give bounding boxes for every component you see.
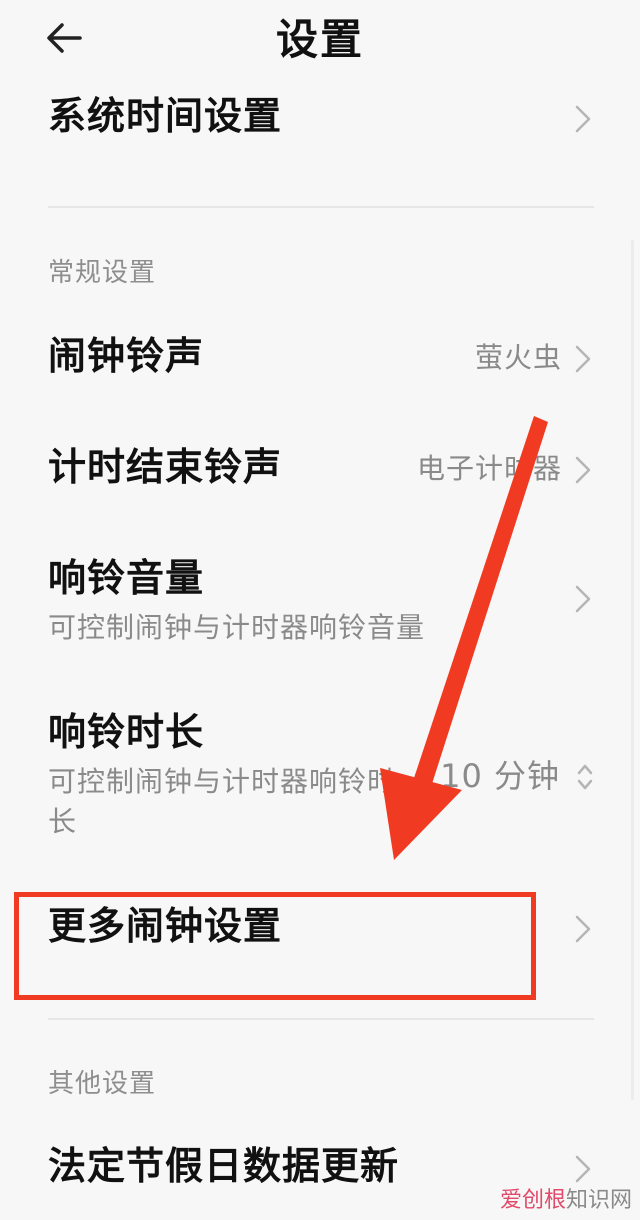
timer-end-ringtone-value: 电子计时器: [416, 452, 562, 485]
section-divider: [48, 1018, 594, 1020]
page-title: 设置: [275, 15, 364, 64]
header-bar: 设置: [0, 0, 640, 86]
chevron-right-icon: [575, 456, 591, 484]
ring-duration-item[interactable]: 响铃时长 可控制闹钟与计时器响铃时 长 10 分钟: [48, 708, 600, 848]
alarm-ringtone-item[interactable]: 闹钟铃声 萤火虫: [48, 332, 600, 388]
chevron-right-icon: [575, 1155, 591, 1183]
ring-duration-value: 10 分钟: [440, 757, 560, 795]
chevron-right-icon: [575, 345, 591, 373]
section-divider: [48, 206, 594, 208]
ring-duration-label: 响铃时长: [48, 710, 205, 754]
system-time-settings-item[interactable]: 系统时间设置: [48, 92, 600, 148]
watermark: 爱创根知识网: [500, 1186, 632, 1216]
chevron-right-icon: [575, 915, 591, 943]
settings-page: 设置 系统时间设置 常规设置 闹钟铃声 萤火虫 计时结束铃声 电子计时器 响铃音…: [0, 0, 640, 1220]
scrollbar-track[interactable]: [631, 240, 634, 1100]
chevron-updown-icon: [577, 764, 593, 790]
ring-volume-description: 可控制闹钟与计时器响铃音量: [48, 611, 426, 644]
ring-volume-item[interactable]: 响铃音量 可控制闹钟与计时器响铃音量: [48, 554, 600, 654]
system-time-settings-label: 系统时间设置: [48, 94, 283, 138]
watermark-suffix: 知识网: [565, 1188, 632, 1213]
timer-end-ringtone-item[interactable]: 计时结束铃声 电子计时器: [48, 443, 600, 499]
chevron-right-icon: [575, 585, 591, 613]
annotation-highlight-box: [14, 892, 536, 1000]
holiday-data-update-label: 法定节假日数据更新: [48, 1144, 400, 1188]
watermark-brand: 爱创根: [499, 1188, 566, 1213]
section-label-general: 常规设置: [48, 258, 157, 288]
ring-duration-description-line2: 长: [48, 805, 78, 838]
ring-volume-label: 响铃音量: [48, 556, 205, 600]
chevron-right-icon: [575, 105, 591, 133]
alarm-ringtone-value: 萤火虫: [474, 341, 562, 374]
section-label-other: 其他设置: [48, 1069, 157, 1099]
